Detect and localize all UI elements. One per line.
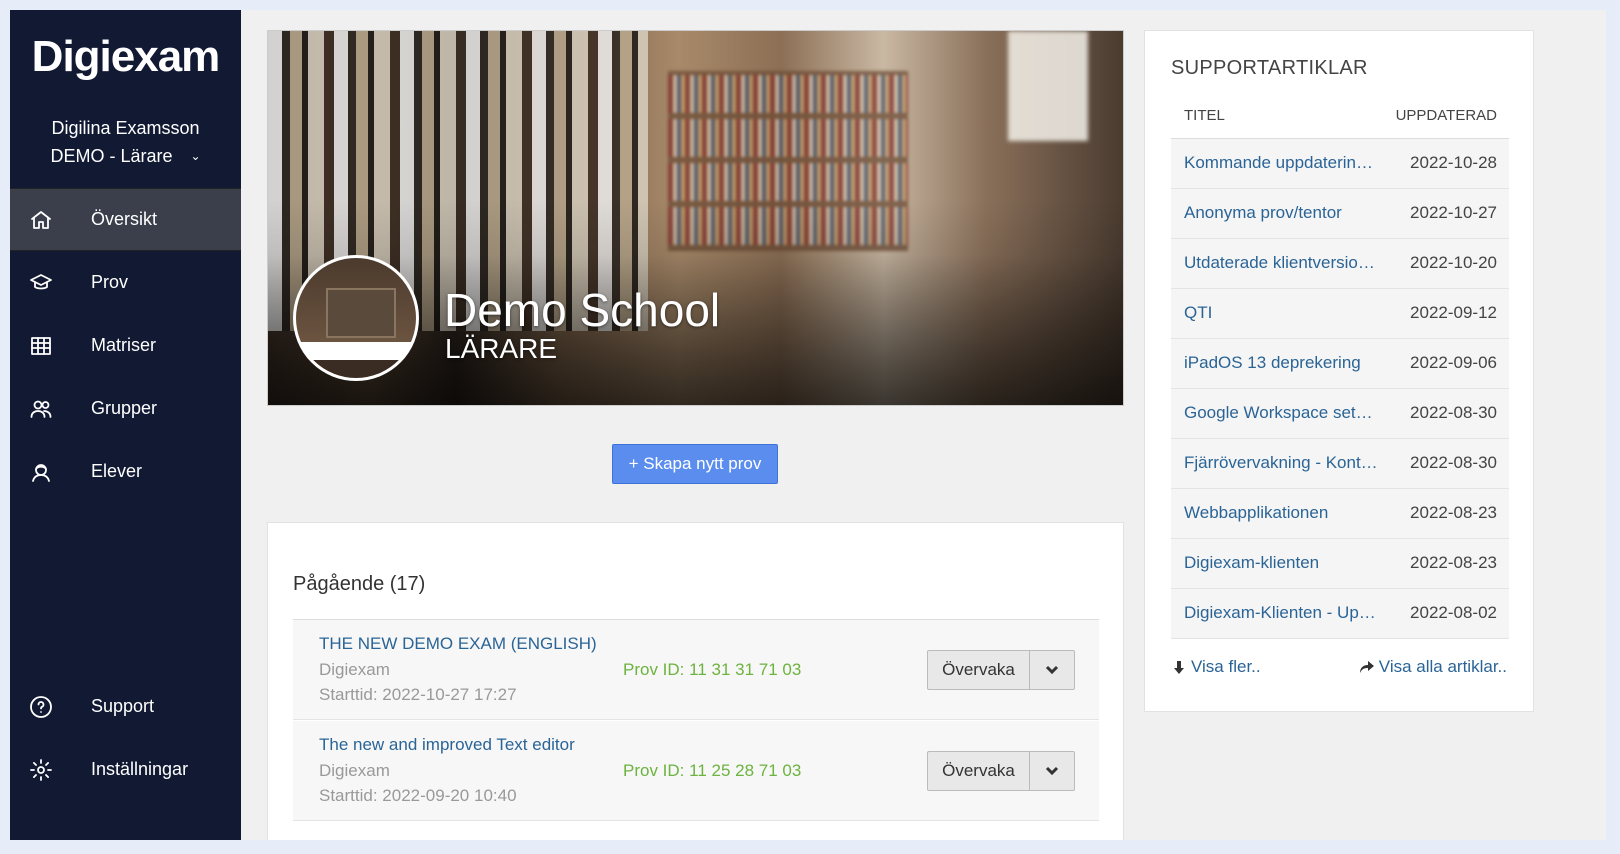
- article-date: 2022-10-20: [1410, 253, 1497, 272]
- sidebar-item-oversikt[interactable]: Översikt: [10, 188, 241, 251]
- dropdown-toggle[interactable]: [1030, 751, 1075, 791]
- article-row: Digiexam-Klienten - Up… 2022-08-02: [1171, 589, 1509, 639]
- exam-title-link[interactable]: THE NEW DEMO EXAM (ENGLISH): [319, 634, 597, 654]
- monitor-button-group: Övervaka: [927, 650, 1075, 690]
- user-name: Digilina Examsson: [51, 118, 200, 138]
- article-link[interactable]: Fjärrövervakning - Kont…: [1184, 453, 1389, 473]
- show-more-label: Visa fler..: [1191, 657, 1261, 676]
- sidebar-item-installningar[interactable]: Inställningar: [10, 738, 241, 801]
- article-link[interactable]: iPadOS 13 deprekering: [1184, 353, 1389, 373]
- user-role-label: DEMO - Lärare: [50, 146, 173, 166]
- ongoing-title: Pågående (17): [293, 573, 426, 595]
- show-all-articles-link[interactable]: Visa alla artiklar..: [1359, 657, 1507, 677]
- sidebar-item-label: Inställningar: [91, 759, 189, 779]
- article-link[interactable]: Utdaterade klientversio…: [1184, 253, 1389, 273]
- article-date: 2022-08-30: [1410, 403, 1497, 422]
- sidebar-item-label: Grupper: [91, 398, 158, 418]
- article-date: 2022-08-23: [1410, 553, 1497, 572]
- users-group-icon: [28, 396, 54, 422]
- sidebar-item-label: Elever: [91, 461, 143, 481]
- article-row: Google Workspace set… 2022-08-30: [1171, 389, 1509, 439]
- article-link[interactable]: Anonyma prov/tentor: [1184, 203, 1389, 223]
- show-more-link[interactable]: Visa fler..: [1171, 657, 1261, 677]
- support-articles-panel: SUPPORTARTIKLAR TITEL UPPDATERAD Kommand…: [1144, 30, 1534, 712]
- article-row: Anonyma prov/tentor 2022-10-27: [1171, 189, 1509, 239]
- dropdown-toggle[interactable]: [1030, 650, 1075, 690]
- article-link[interactable]: QTI: [1184, 303, 1389, 323]
- article-row: QTI 2022-09-12: [1171, 289, 1509, 339]
- article-link[interactable]: Digiexam-klienten: [1184, 553, 1389, 573]
- student-icon: [28, 459, 54, 485]
- school-avatar-picture: [326, 288, 396, 338]
- graduation-cap-icon: [28, 270, 54, 296]
- gear-icon: [28, 757, 54, 783]
- sidebar-item-label: Support: [91, 696, 155, 716]
- article-date: 2022-08-30: [1410, 453, 1497, 472]
- arrow-down-icon: [1174, 661, 1184, 674]
- grid-table-icon: [28, 333, 54, 359]
- create-new-exam-button[interactable]: + Skapa nytt prov: [612, 444, 778, 484]
- exam-start-time: Starttid: 2022-10-27 17:27: [319, 685, 517, 704]
- exam-title-link[interactable]: The new and improved Text editor: [319, 735, 575, 755]
- sidebar-item-grupper[interactable]: Grupper: [10, 377, 241, 440]
- school-role: LÄRARE: [445, 333, 558, 364]
- article-date: 2022-08-02: [1410, 603, 1497, 622]
- article-link[interactable]: Webbapplikationen: [1184, 503, 1389, 523]
- article-date: 2022-10-27: [1410, 203, 1497, 222]
- article-row: Webbapplikationen 2022-08-23: [1171, 489, 1509, 539]
- article-row: Kommande uppdaterin… 2022-10-28: [1171, 139, 1509, 189]
- app-window: Digiexam Digilina Examsson DEMO - Lärare…: [10, 10, 1606, 840]
- exam-row: The new and improved Text editor Digiexa…: [293, 721, 1099, 821]
- article-link[interactable]: Digiexam-Klienten - Up…: [1184, 603, 1389, 623]
- sidebar: Digiexam Digilina Examsson DEMO - Lärare…: [10, 10, 241, 840]
- sidebar-item-label: Matriser: [91, 335, 157, 355]
- chevron-down-icon: [1045, 665, 1059, 675]
- exam-prov-id: Prov ID: 11 31 31 71 03: [623, 660, 802, 679]
- exam-start-time: Starttid: 2022-09-20 10:40: [319, 786, 517, 805]
- sidebar-item-support[interactable]: Support: [10, 675, 241, 738]
- logo: Digiexam: [31, 32, 221, 81]
- article-date: 2022-10-28: [1410, 153, 1497, 172]
- monitor-button[interactable]: Övervaka: [927, 751, 1030, 791]
- home-icon: [28, 207, 54, 233]
- article-link[interactable]: Google Workspace set…: [1184, 403, 1389, 423]
- article-date: 2022-09-12: [1410, 303, 1497, 322]
- user-role-selector[interactable]: DEMO - Lärare ⌄: [10, 146, 241, 167]
- sidebar-item-matriser[interactable]: Matriser: [10, 314, 241, 377]
- monitor-button-group: Övervaka: [927, 751, 1075, 791]
- column-header-updated: UPPDATERAD: [1395, 107, 1497, 124]
- show-all-articles-label: Visa alla artiklar..: [1378, 657, 1507, 676]
- monitor-button[interactable]: Övervaka: [927, 650, 1030, 690]
- school-banner: Demo School LÄRARE: [267, 30, 1124, 406]
- chevron-down-icon[interactable]: ⌄: [190, 149, 200, 163]
- chevron-down-icon: [1045, 766, 1059, 776]
- exam-prov-id: Prov ID: 11 25 28 71 03: [623, 761, 802, 780]
- article-row: iPadOS 13 deprekering 2022-09-06: [1171, 339, 1509, 389]
- article-date: 2022-09-06: [1410, 353, 1497, 372]
- exam-organization: Digiexam: [319, 761, 390, 780]
- support-table-header: TITEL UPPDATERAD: [1171, 95, 1509, 139]
- sidebar-item-prov[interactable]: Prov: [10, 251, 241, 314]
- exam-row: THE NEW DEMO EXAM (ENGLISH) Digiexam Sta…: [293, 620, 1099, 720]
- school-avatar: [293, 255, 419, 381]
- sidebar-item-label: Översikt: [91, 209, 158, 229]
- article-row: Fjärrövervakning - Kont… 2022-08-30: [1171, 439, 1509, 489]
- article-date: 2022-08-23: [1410, 503, 1497, 522]
- help-circle-icon: [28, 694, 54, 720]
- article-link[interactable]: Kommande uppdaterin…: [1184, 153, 1389, 173]
- column-header-title: TITEL: [1184, 107, 1225, 124]
- school-name: Demo School: [444, 284, 721, 336]
- ongoing-exams-panel: Pågående (17) THE NEW DEMO EXAM (ENGLISH…: [267, 522, 1124, 840]
- article-row: Digiexam-klienten 2022-08-23: [1171, 539, 1509, 589]
- sidebar-item-label: Prov: [91, 272, 129, 292]
- sidebar-item-elever[interactable]: Elever: [10, 440, 241, 503]
- article-row: Utdaterade klientversio… 2022-10-20: [1171, 239, 1509, 289]
- share-arrow-icon: [1359, 661, 1374, 673]
- support-title: SUPPORTARTIKLAR: [1171, 57, 1368, 79]
- exam-organization: Digiexam: [319, 660, 390, 679]
